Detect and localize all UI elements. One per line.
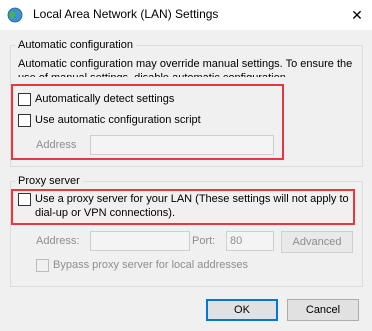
cancel-button[interactable]: Cancel xyxy=(287,299,359,321)
bypass-local-row[interactable]: Bypass proxy server for local addresses xyxy=(36,258,248,272)
proxy-port-label: Port: xyxy=(192,235,216,247)
close-icon: ✕ xyxy=(351,6,363,23)
auto-config-highlight xyxy=(11,84,284,160)
window-title: Local Area Network (LAN) Settings xyxy=(33,7,219,21)
bypass-local-checkbox[interactable] xyxy=(36,259,49,272)
proxy-address-field[interactable] xyxy=(90,231,190,251)
use-proxy-highlight xyxy=(11,189,355,225)
automatic-configuration-legend: Automatic configuration xyxy=(15,39,136,51)
proxy-port-field[interactable]: 80 xyxy=(226,231,274,251)
network-globe-icon xyxy=(7,7,23,23)
proxy-server-legend: Proxy server xyxy=(15,175,83,187)
title-bar: Local Area Network (LAN) Settings ✕ xyxy=(0,0,372,30)
close-button[interactable]: ✕ xyxy=(342,0,372,30)
advanced-button[interactable]: Advanced xyxy=(281,231,353,253)
proxy-address-label: Address: xyxy=(36,235,80,247)
bypass-local-label[interactable]: Bypass proxy server for local addresses xyxy=(53,258,248,272)
ok-button[interactable]: OK xyxy=(206,299,278,321)
automatic-configuration-description: Automatic configuration may override man… xyxy=(18,58,353,77)
